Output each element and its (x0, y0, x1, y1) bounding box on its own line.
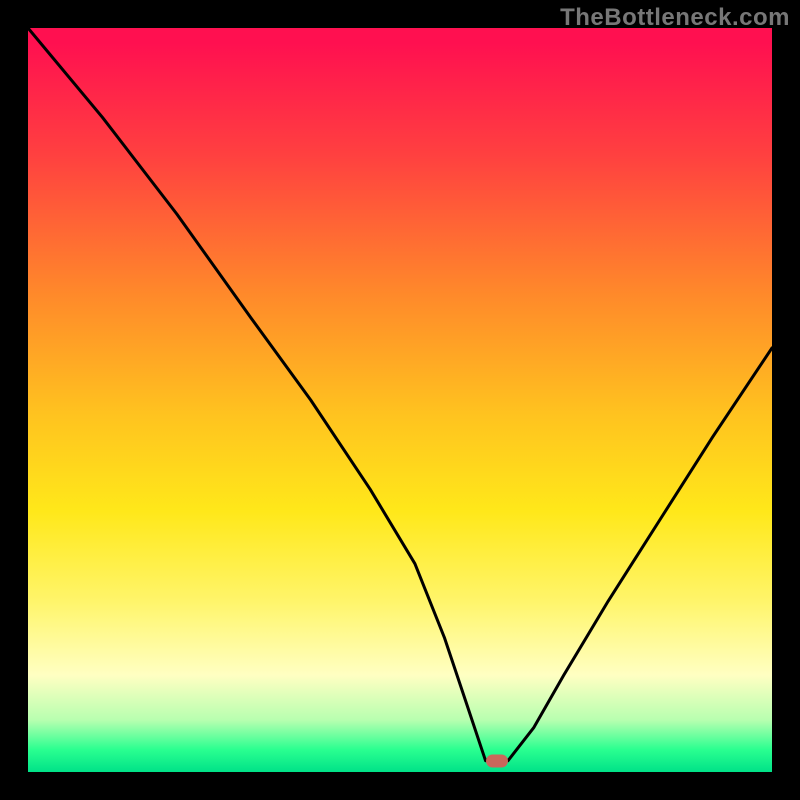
bottleneck-curve (28, 28, 772, 772)
watermark-text: TheBottleneck.com (560, 4, 790, 32)
plot-area (28, 28, 772, 772)
chart-frame: TheBottleneck.com (0, 0, 800, 800)
optimal-point-marker (486, 754, 508, 767)
